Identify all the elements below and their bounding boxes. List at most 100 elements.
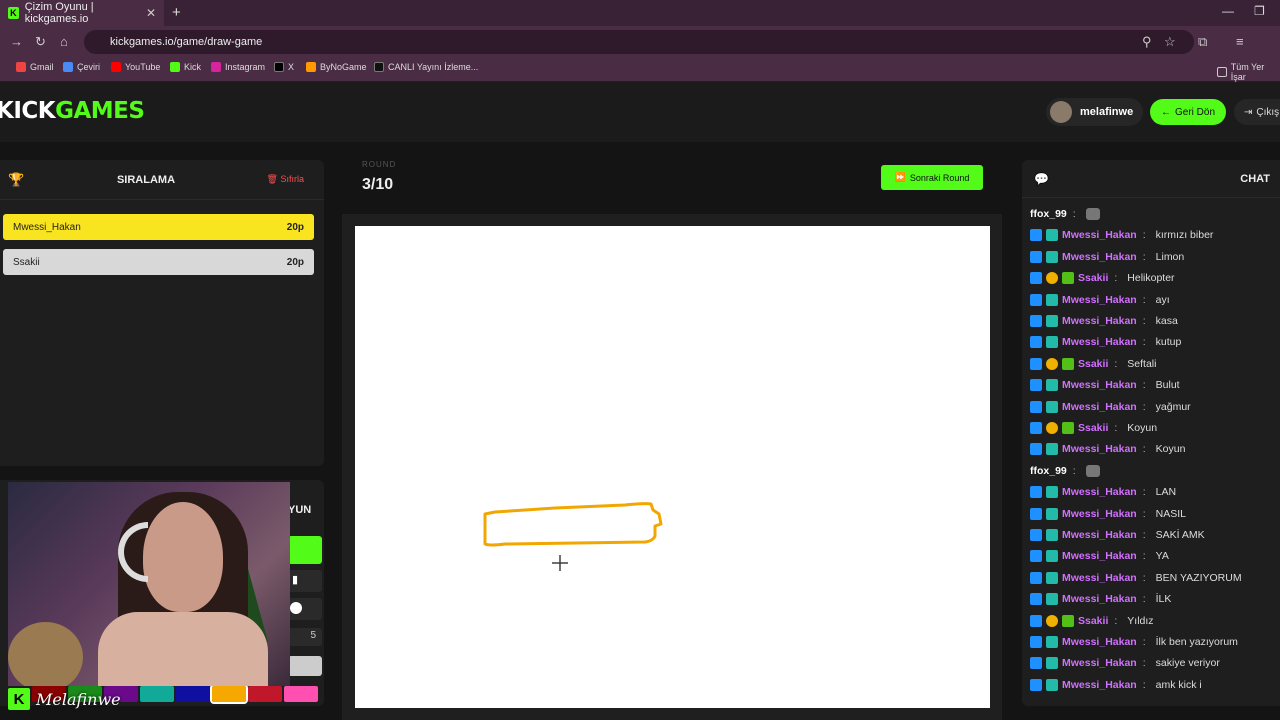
browser-tab[interactable]: K Çizim Oyunu | kickgames.io ✕ [0, 0, 164, 26]
chat-message: Ssakii: Helikopter [1030, 270, 1175, 286]
chat-username[interactable]: Ssakii [1078, 358, 1108, 370]
new-tab-icon[interactable]: + [172, 4, 181, 21]
chat-username[interactable]: Ssakii [1078, 422, 1108, 434]
chat-badge-icon [1030, 250, 1042, 263]
chat-username[interactable]: ffox_99 [1030, 208, 1067, 220]
palette-swatch[interactable] [176, 686, 210, 702]
chat-text: kırmızı biber [1155, 229, 1214, 242]
chat-badge-icon [1046, 657, 1058, 670]
brush-size-slider[interactable]: 5 [288, 628, 322, 646]
minimize-icon[interactable]: — [1222, 4, 1234, 18]
bookmark-kick[interactable]: Kick [170, 62, 201, 72]
chat-text: ayı [1155, 293, 1170, 306]
palette-swatch[interactable] [140, 686, 174, 702]
chat-message: Mwessi_Hakan: BEN YAZIYORUM [1030, 570, 1242, 586]
chat-separator: : [1114, 357, 1118, 370]
chat-badge-icon [1030, 529, 1042, 541]
chat-badge-icon [1030, 486, 1042, 499]
browser-nav-bar: → ↻ ⌂ kickgames.io/game/draw-game ⚲ ☆ ⧉ … [0, 26, 1280, 58]
user-profile[interactable]: melafinwe [1046, 98, 1144, 126]
chat-username[interactable]: Mwessi_Hakan [1062, 401, 1137, 413]
bookmark-gmail[interactable]: Gmail [16, 62, 54, 72]
chat-separator: : [1142, 593, 1146, 606]
chat-text: sakiye veriyor [1155, 657, 1220, 670]
all-bookmarks[interactable]: Tüm Yer İşar [1217, 62, 1280, 82]
exit-button[interactable]: ⇥ Çıkış [1234, 99, 1280, 125]
chat-username[interactable]: Mwessi_Hakan [1062, 572, 1137, 584]
site-header: KICKGAMES melafinwe ← Geri Dön ⇥ Çıkış [0, 82, 1280, 142]
bookmark-x[interactable]: X [274, 62, 294, 72]
reading-list-icon[interactable]: ≡ [1236, 34, 1244, 49]
chat-username[interactable]: ffox_99 [1030, 465, 1067, 477]
tools-title: YUN [288, 504, 312, 516]
chat-message: Mwessi_Hakan: ayı [1030, 292, 1170, 308]
chat-badge-icon [1046, 571, 1058, 584]
chat-badge-icon [1030, 678, 1042, 691]
chat-username[interactable]: Mwessi_Hakan [1062, 679, 1137, 691]
chat-username[interactable]: Mwessi_Hakan [1062, 443, 1137, 455]
bookmark-star-icon[interactable]: ☆ [1164, 34, 1176, 50]
chat-text: Limon [1155, 250, 1185, 263]
chat-badge-icon [1046, 315, 1058, 327]
bookmark-youtube[interactable]: YouTube [111, 62, 160, 72]
chat-message: Mwessi_Hakan: Bulut [1030, 377, 1180, 393]
drawing-canvas[interactable] [355, 226, 990, 708]
chat-message: Mwessi_Hakan: NASIL [1030, 506, 1186, 522]
chat-username[interactable]: Mwessi_Hakan [1062, 336, 1137, 348]
chat-badge-icon [1030, 422, 1042, 434]
chat-badge-icon [1062, 614, 1074, 627]
chat-username[interactable]: Ssakii [1078, 615, 1108, 627]
palette-swatch[interactable] [284, 686, 318, 702]
chat-badge-icon [1046, 636, 1058, 648]
chat-username[interactable]: Mwessi_Hakan [1062, 379, 1137, 391]
bookmark-instagram[interactable]: Instagram [211, 62, 265, 72]
chat-username[interactable]: Mwessi_Hakan [1062, 550, 1137, 562]
chat-message: Mwessi_Hakan: sakiye veriyor [1030, 655, 1220, 671]
chat-separator: : [1142, 293, 1146, 306]
kickgames-logo[interactable]: KICKGAMES [0, 98, 145, 124]
forward-icon[interactable]: → [10, 34, 23, 49]
eraser-tool-button[interactable]: ▮ [288, 570, 322, 592]
tab-title: Çizim Oyunu | kickgames.io [24, 1, 94, 25]
close-tab-icon[interactable]: ✕ [146, 6, 156, 20]
chat-username[interactable]: Mwessi_Hakan [1062, 593, 1137, 605]
extensions-icon[interactable]: ⧉ [1198, 34, 1207, 50]
maximize-icon[interactable]: ❐ [1254, 4, 1265, 18]
palette-swatch[interactable] [248, 686, 282, 702]
next-round-button[interactable]: ⏩ Sonraki Round [881, 165, 983, 190]
chat-badge-icon [1030, 379, 1042, 392]
chat-badge-icon [1030, 357, 1042, 370]
chat-title: CHAT [1240, 173, 1270, 185]
kick-favicon-icon: K [8, 7, 19, 19]
pen-tool-button[interactable] [288, 536, 322, 564]
reset-button[interactable]: 🗑 Sıfırla [267, 174, 304, 185]
home-icon[interactable]: ⌂ [60, 34, 68, 49]
chat-username[interactable]: Mwessi_Hakan [1062, 657, 1137, 669]
chat-badge-icon [1030, 657, 1042, 670]
streamer-tag: K Melafinwe [8, 688, 121, 710]
ranking-panel: 🏆 SIRALAMA 🗑 Sıfırla Mwessi_Hakan 20p Ssa… [0, 160, 324, 466]
address-bar[interactable]: kickgames.io/game/draw-game [84, 30, 1194, 54]
chat-username[interactable]: Mwessi_Hakan [1062, 486, 1137, 498]
reload-icon[interactable]: ↻ [35, 34, 46, 50]
fill-tool-button[interactable] [288, 598, 322, 620]
chat-username[interactable]: Mwessi_Hakan [1062, 636, 1137, 648]
chat-message: Mwessi_Hakan: LAN [1030, 484, 1176, 500]
chat-separator: : [1142, 443, 1146, 456]
chat-username[interactable]: Mwessi_Hakan [1062, 294, 1137, 306]
zoom-icon[interactable]: ⚲ [1142, 34, 1152, 50]
chat-username[interactable]: Mwessi_Hakan [1062, 529, 1137, 541]
back-button[interactable]: ← Geri Dön [1150, 99, 1226, 125]
chat-username[interactable]: Mwessi_Hakan [1062, 229, 1137, 241]
palette-swatch[interactable] [210, 684, 248, 704]
chat-username[interactable]: Ssakii [1078, 272, 1108, 284]
round-header: ROUND 3/10 ⏩ Sonraki Round [342, 148, 1002, 214]
bookmark-ceviri[interactable]: Çeviri [63, 62, 100, 72]
chat-username[interactable]: Mwessi_Hakan [1062, 251, 1137, 263]
chat-badge-icon [1046, 229, 1058, 242]
chat-username[interactable]: Mwessi_Hakan [1062, 315, 1137, 327]
chat-username[interactable]: Mwessi_Hakan [1062, 508, 1137, 520]
bookmark-tiktok[interactable]: CANLI Yayını İzleme... [374, 62, 478, 72]
clear-canvas-button[interactable] [288, 656, 322, 676]
bookmark-bynogame[interactable]: ByNoGame [306, 62, 367, 72]
